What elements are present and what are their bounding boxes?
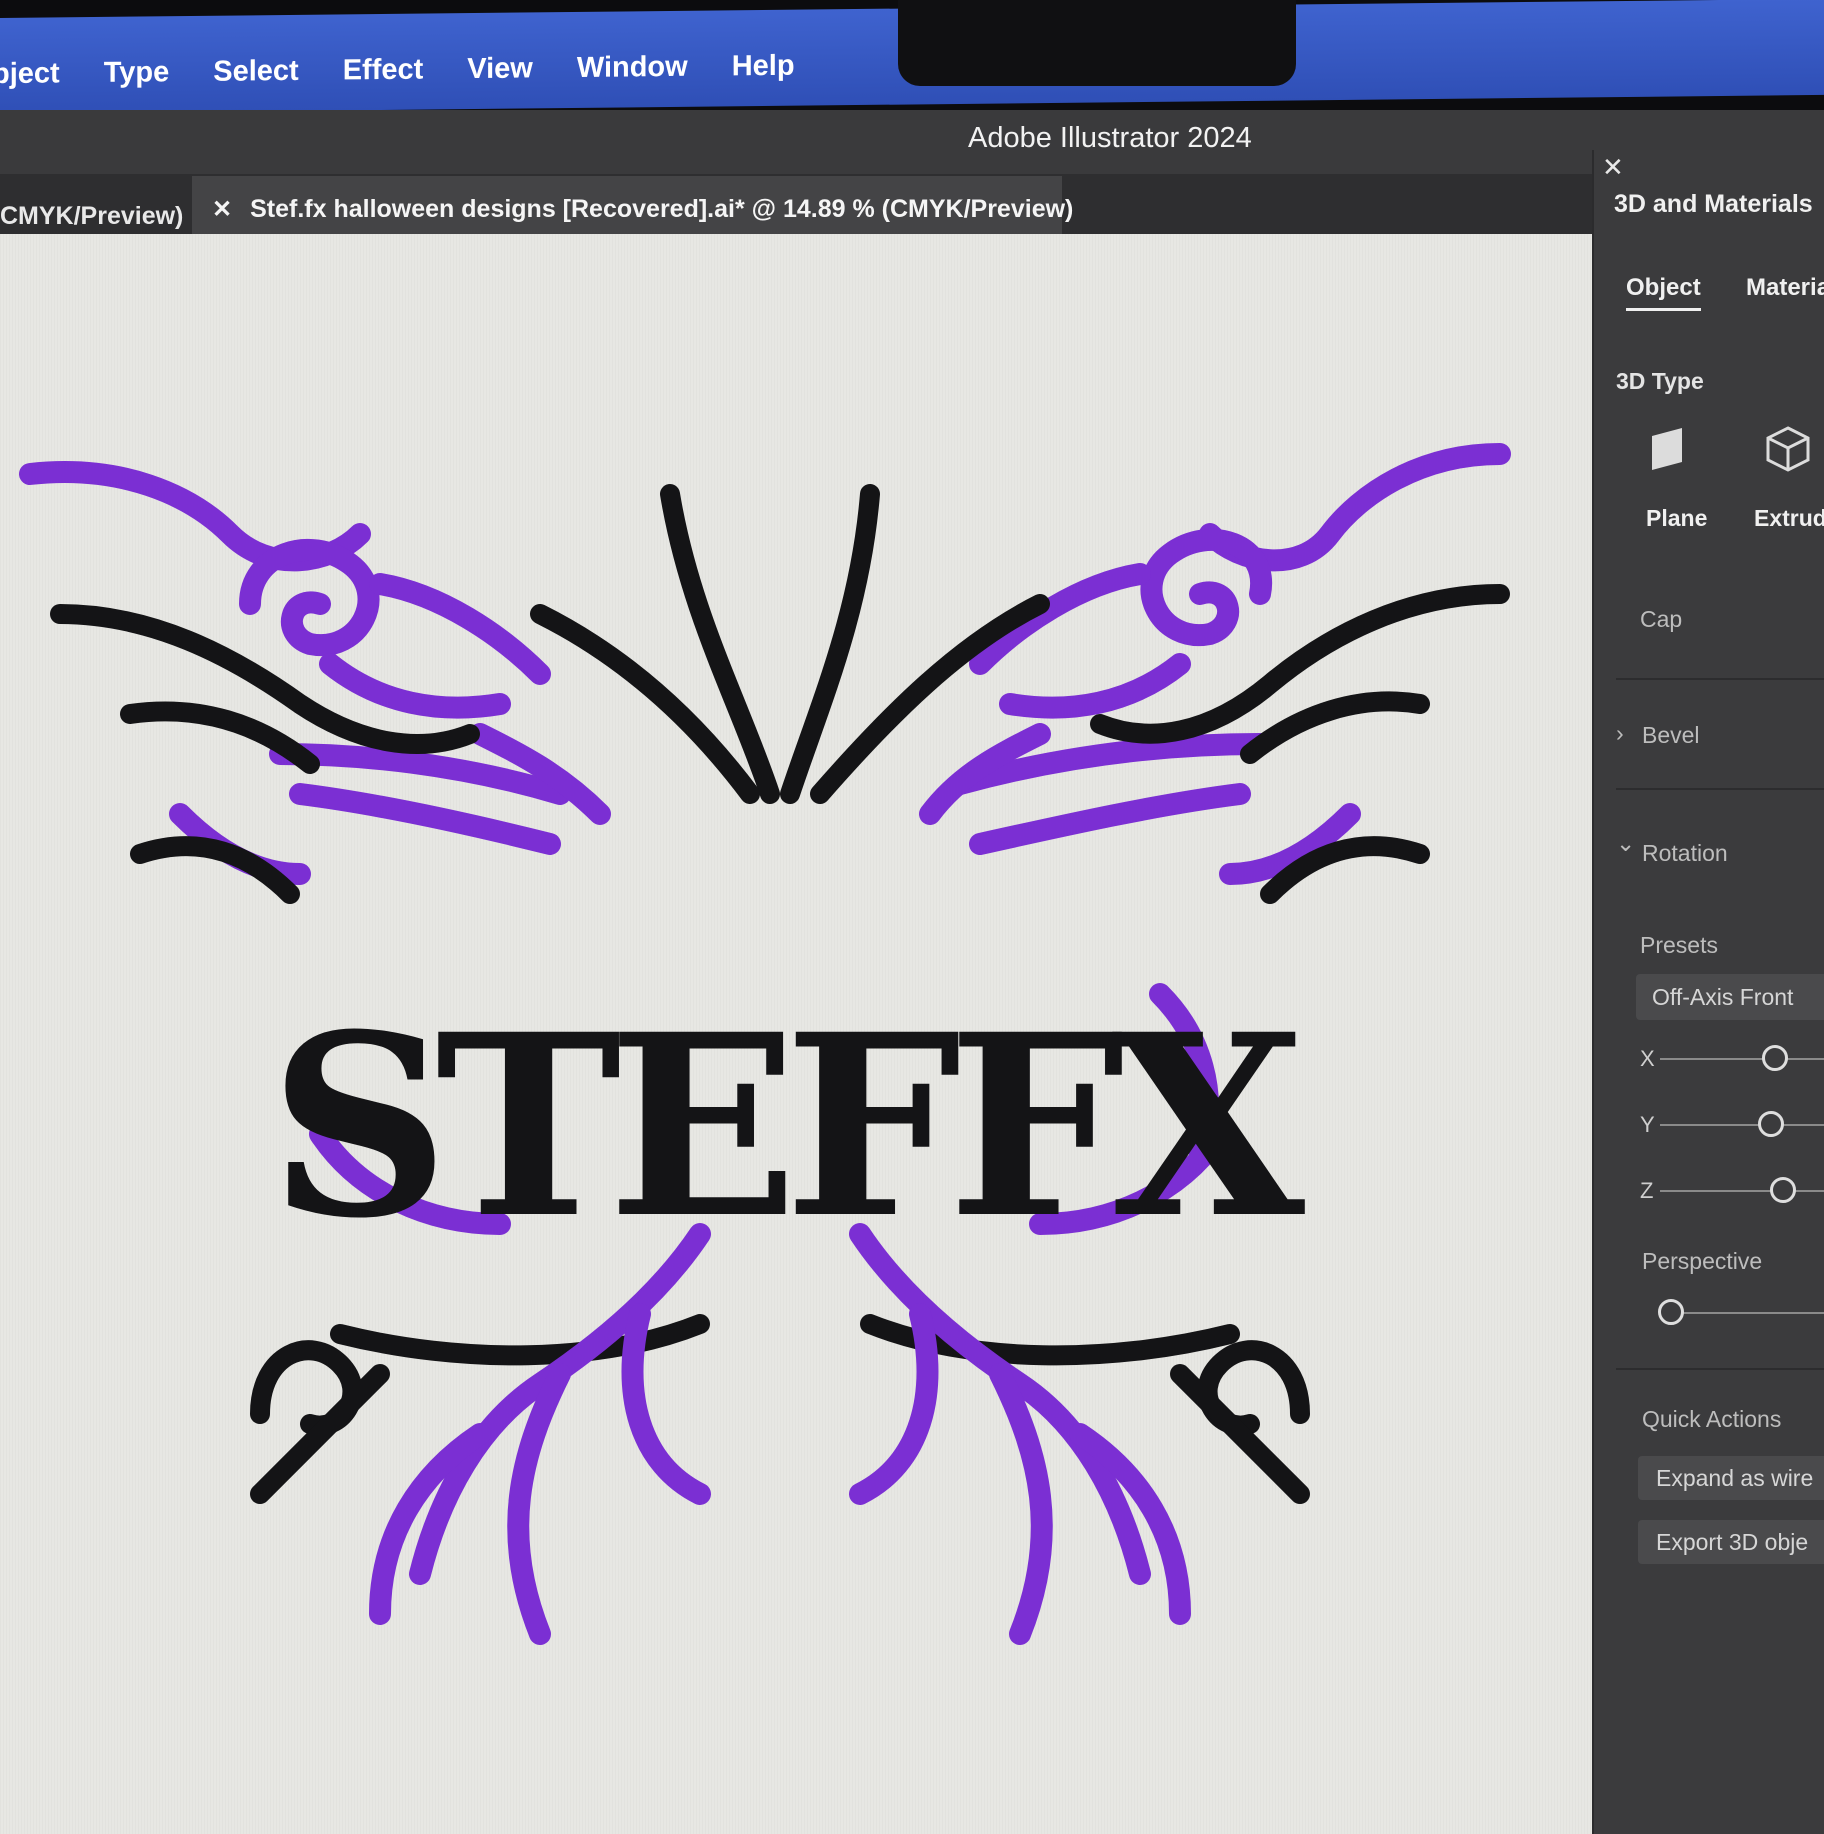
document-tab-active[interactable]: ✕ Stef.fx halloween designs [Recovered].… <box>192 176 1073 242</box>
tab-close-icon[interactable]: ✕ <box>212 195 232 224</box>
panel-close-icon[interactable]: ✕ <box>1602 152 1624 183</box>
cap-label: Cap <box>1640 606 1683 632</box>
presets-label: Presets <box>1640 932 1718 958</box>
type-plane-label[interactable]: Plane <box>1646 505 1707 532</box>
app-title: Adobe Illustrator 2024 <box>968 122 1252 154</box>
plane-icon[interactable] <box>1648 426 1688 470</box>
screen-notch <box>898 0 1296 86</box>
type-extrude-label[interactable]: Extrud <box>1754 505 1824 532</box>
y-rotation-slider[interactable] <box>1660 1124 1824 1126</box>
artwork-title-text: STEFFX <box>269 979 1305 1273</box>
expand-as-wireframes-button[interactable]: Expand as wire <box>1638 1456 1824 1500</box>
divider <box>1616 788 1824 790</box>
x-rotation-thumb[interactable] <box>1762 1045 1788 1071</box>
menu-effect[interactable]: Effect <box>343 54 424 88</box>
export-3d-object-button[interactable]: Export 3D obje <box>1638 1520 1824 1564</box>
menu-view[interactable]: View <box>467 52 533 86</box>
chevron-right-icon[interactable]: › <box>1616 720 1624 747</box>
quick-actions-label: Quick Actions <box>1642 1406 1782 1432</box>
document-tab-label: Stef.fx halloween designs [Recovered].ai… <box>250 194 1074 223</box>
3d-materials-panel: ✕ 3D and Materials Object Materia 3D Typ… <box>1592 150 1824 1834</box>
artboard-canvas[interactable]: STEFFX <box>0 234 1592 1834</box>
x-rotation-slider[interactable] <box>1660 1058 1824 1060</box>
panel-title: 3D and Materials <box>1614 190 1813 218</box>
rotation-presets-dropdown[interactable]: Off-Axis Front <box>1636 974 1824 1020</box>
divider <box>1616 678 1824 680</box>
perspective-label: Perspective <box>1642 1248 1763 1274</box>
menu-select[interactable]: Select <box>213 55 298 89</box>
x-axis-label: X <box>1640 1046 1655 1071</box>
perspective-thumb[interactable] <box>1658 1299 1684 1325</box>
menu-help[interactable]: Help <box>732 50 795 84</box>
menu-object[interactable]: bject <box>0 57 60 91</box>
purple-left-wing <box>19 461 611 885</box>
z-rotation-slider[interactable] <box>1660 1190 1824 1192</box>
3d-type-heading: 3D Type <box>1616 368 1704 394</box>
rotation-section[interactable]: Rotation <box>1642 840 1728 867</box>
extrude-cube-icon[interactable] <box>1764 424 1812 472</box>
document-tab-inactive[interactable]: CMYK/Preview) <box>0 202 183 231</box>
divider <box>1616 1368 1824 1370</box>
perspective-slider[interactable] <box>1674 1312 1824 1314</box>
tab-materials[interactable]: Materia <box>1746 274 1824 302</box>
title-bar: Adobe Illustrator 2024 <box>0 110 1824 178</box>
z-rotation-thumb[interactable] <box>1770 1177 1796 1203</box>
bevel-section[interactable]: Bevel <box>1642 722 1700 749</box>
menu-type[interactable]: Type <box>104 56 170 90</box>
menu-items: bject Type Select Effect View Window Hel… <box>0 49 839 91</box>
y-rotation-thumb[interactable] <box>1758 1111 1784 1137</box>
z-axis-label: Z <box>1640 1178 1654 1203</box>
butterfly-artwork[interactable]: STEFFX <box>0 234 1592 1834</box>
purple-right-wing <box>919 443 1511 885</box>
chevron-down-icon[interactable]: ⌄ <box>1616 830 1635 857</box>
y-axis-label: Y <box>1640 1112 1655 1137</box>
tab-object[interactable]: Object <box>1626 274 1701 311</box>
menu-window[interactable]: Window <box>577 51 688 85</box>
